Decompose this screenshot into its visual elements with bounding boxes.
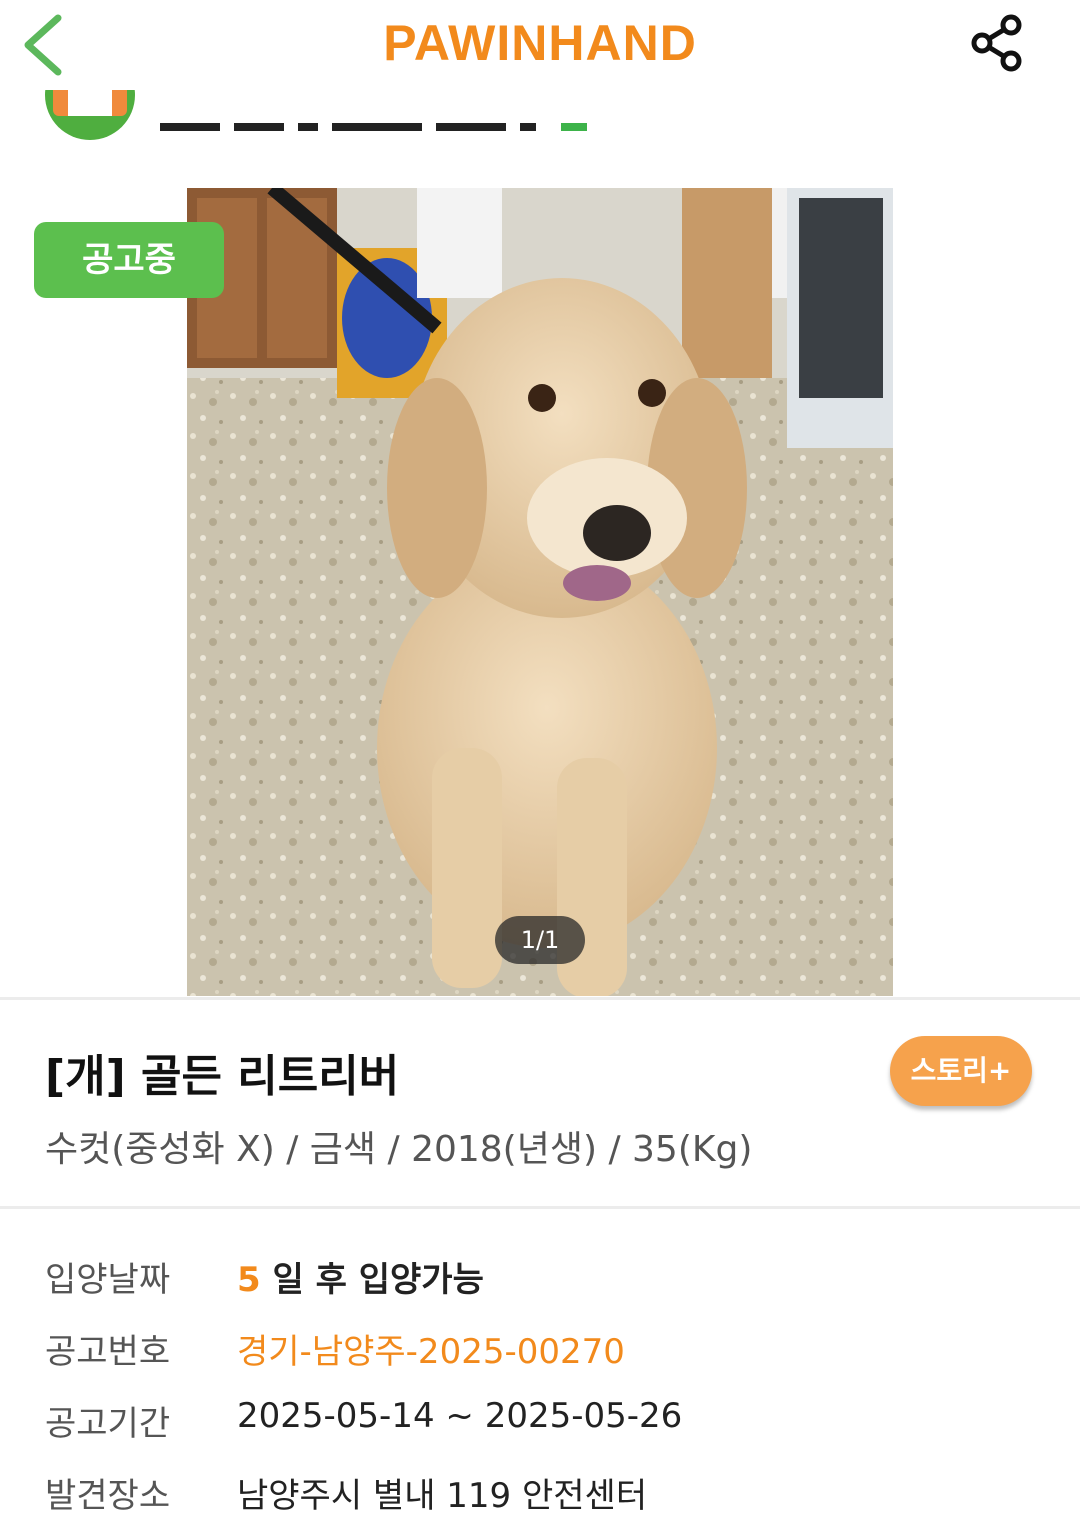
- divider: [0, 1206, 1080, 1209]
- share-icon: [971, 14, 1022, 72]
- dog-photo-illustration: [187, 188, 893, 996]
- share-button[interactable]: [968, 12, 1030, 74]
- app-header: PAWINHAND: [0, 0, 1080, 90]
- status-badge: 공고중: [34, 222, 224, 298]
- adoption-days: 5: [237, 1260, 261, 1300]
- info-row-notice-period: 공고기간 2025-05-14 ~ 2025-05-26: [45, 1396, 1045, 1456]
- divider: [0, 997, 1080, 1000]
- notice-number-value: 경기-남양주-2025-00270: [237, 1332, 625, 1372]
- info-label: 발견장소: [45, 1476, 171, 1516]
- adoption-days-text: 일 후 입양가능: [260, 1260, 484, 1300]
- info-row-found-location: 발견장소 남양주시 별내 119 안전센터: [45, 1468, 1045, 1527]
- info-label: 공고기간: [45, 1404, 171, 1444]
- pet-title: [개] 골든 리트리버: [45, 1051, 400, 1102]
- info-label: 입양날짜: [45, 1260, 171, 1300]
- found-location-value: 남양주시 별내 119 안전센터: [237, 1476, 648, 1516]
- info-row-notice-number: 공고번호 경기-남양주-2025-00270: [45, 1324, 1045, 1384]
- info-label: 공고번호: [45, 1332, 171, 1372]
- shelter-row[interactable]: [0, 90, 1080, 165]
- verified-icon: [561, 123, 588, 131]
- shelter-name-clipped: [160, 116, 588, 135]
- notice-period-value: 2025-05-14 ~ 2025-05-26: [237, 1396, 683, 1436]
- pet-photo[interactable]: [187, 188, 893, 996]
- info-row-adoption-date: 입양날짜 5 일 후 입양가능: [45, 1252, 1045, 1312]
- pet-summary: 수컷(중성화 X) / 금색 / 2018(년생) / 35(Kg): [45, 1129, 753, 1170]
- adoption-date-value: 5 일 후 입양가능: [237, 1252, 484, 1301]
- brand-logo: PAWINHAND: [383, 15, 697, 71]
- shelter-avatar: [45, 90, 135, 140]
- story-button[interactable]: 스토리+: [890, 1036, 1032, 1106]
- photo-page-indicator: 1/1: [495, 916, 585, 964]
